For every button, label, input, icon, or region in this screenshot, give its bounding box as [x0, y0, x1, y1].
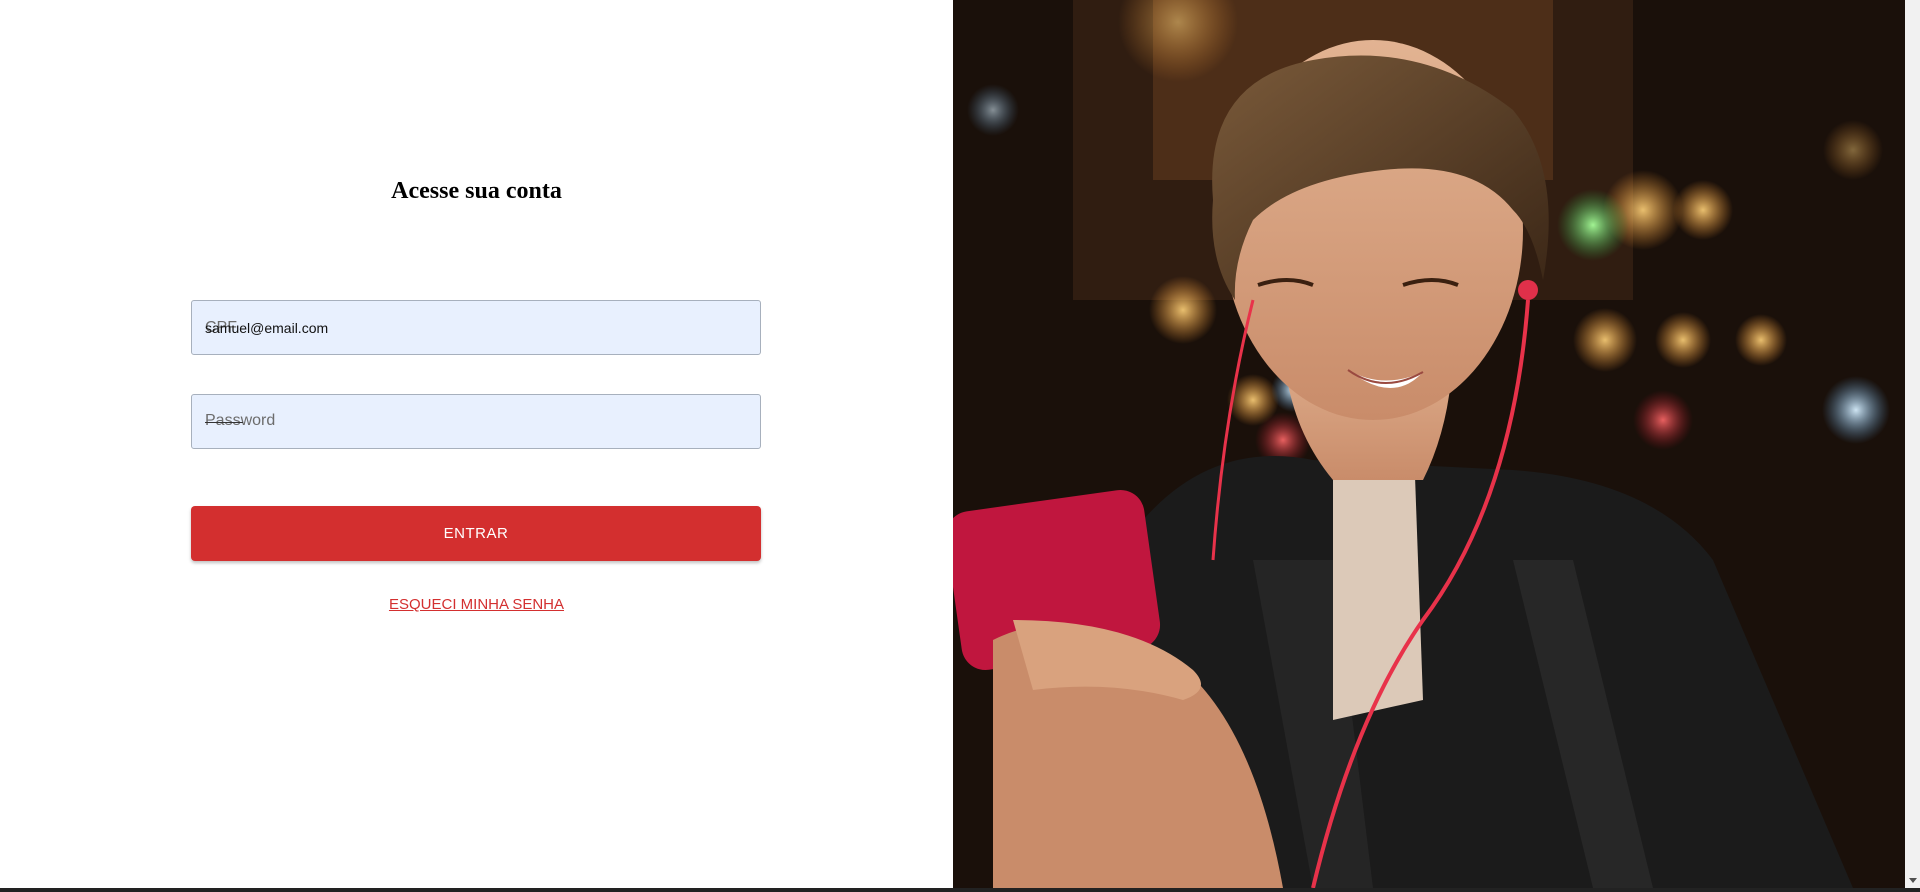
password-autofill-mask	[205, 422, 243, 423]
forgot-password-link[interactable]: ESQUECI MINHA SENHA	[0, 596, 953, 613]
hero-image	[953, 0, 1905, 888]
password-placeholder: Password	[205, 412, 276, 429]
cpf-field[interactable]: CPF samuel@email.com	[191, 300, 761, 355]
scroll-down-icon[interactable]	[1909, 878, 1917, 883]
cpf-value: samuel@email.com	[205, 320, 329, 336]
password-field[interactable]: Password	[191, 394, 761, 449]
login-page: Acesse sua conta CPF samuel@email.com Pa…	[0, 0, 1920, 892]
window-bottom-edge	[0, 888, 1920, 892]
enter-button[interactable]: ENTRAR	[191, 506, 761, 561]
hero-illustration	[953, 0, 1905, 888]
login-panel: Acesse sua conta CPF samuel@email.com Pa…	[0, 0, 953, 888]
vertical-scrollbar[interactable]	[1905, 0, 1920, 888]
page-title: Acesse sua conta	[391, 178, 562, 204]
